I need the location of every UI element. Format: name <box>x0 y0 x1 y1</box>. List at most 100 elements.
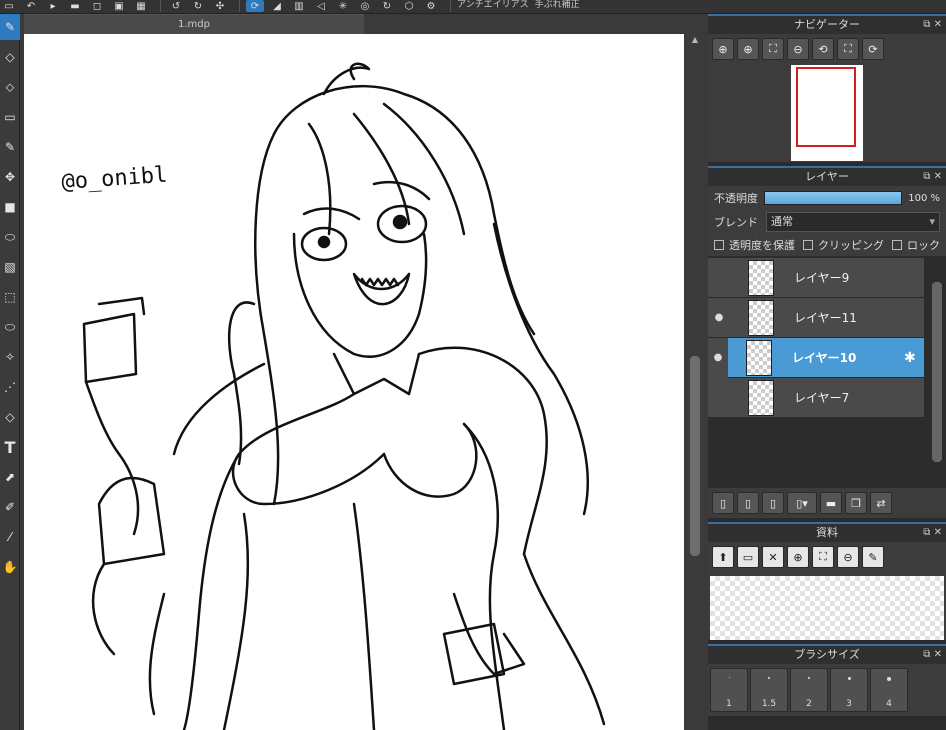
fit-icon[interactable]: ⛶ <box>812 546 834 568</box>
layer-row-selected[interactable]: ● レイヤー10 ✱ <box>708 337 924 378</box>
snap-settings-button[interactable]: ⚙ <box>422 0 440 12</box>
duplicate-layer-icon[interactable]: ❐ <box>845 492 867 514</box>
snap-button[interactable]: ✣ <box>211 0 229 12</box>
drawing-canvas[interactable]: @o_onibl <box>24 34 684 730</box>
gradient-tool-icon[interactable]: ▧ <box>0 254 20 280</box>
select-eraser-tool-icon[interactable]: ◇ <box>0 404 20 430</box>
float-icon[interactable]: ⧉ <box>923 19 930 30</box>
undo-button[interactable]: ↶ <box>22 0 40 12</box>
zoom-in-icon[interactable]: ⊕ <box>712 38 734 60</box>
close-icon[interactable]: ✕ <box>934 19 942 30</box>
layer-row[interactable]: レイヤー9 <box>708 258 924 298</box>
grid-button[interactable]: ▦ <box>132 0 150 12</box>
materials-window-controls[interactable]: ⧉ ✕ <box>923 524 942 541</box>
play-button[interactable]: ▸ <box>44 0 62 12</box>
rotate-right-button[interactable]: ↻ <box>189 0 207 12</box>
layers-window-controls[interactable]: ⧉ ✕ <box>923 168 942 185</box>
brush-size-option[interactable]: 1.5 <box>750 668 788 712</box>
fill-rect-tool-icon[interactable]: ■ <box>0 194 20 220</box>
scrollbar-thumb[interactable] <box>690 356 700 556</box>
square-button[interactable]: ◻ <box>88 0 106 12</box>
open-folder-icon[interactable]: ▭ <box>737 546 759 568</box>
reset-view-icon[interactable]: ⛶ <box>837 38 859 60</box>
text-tool-icon[interactable]: T <box>0 434 20 460</box>
rectangle-select-tool-icon[interactable]: ▭ <box>0 104 20 130</box>
ruler-pen-tool-icon[interactable]: ⁄ <box>0 524 20 550</box>
lock-checkbox[interactable]: ロック <box>892 237 940 253</box>
float-icon[interactable]: ⧉ <box>923 171 930 182</box>
blend-mode-select[interactable]: 通常 <box>766 212 940 232</box>
select-tool-icon[interactable]: ⬚ <box>0 284 20 310</box>
bucket-tool-icon[interactable]: ⬭ <box>0 224 20 250</box>
zoom-icon[interactable]: ⊕ <box>737 38 759 60</box>
snap-circle-button[interactable]: ◎ <box>356 0 374 12</box>
canvas-vertical-scrollbar[interactable]: ▲ <box>686 34 704 730</box>
zoom-out-icon[interactable]: ⊖ <box>837 546 859 568</box>
snap-off-button[interactable]: ⟳ <box>246 0 264 12</box>
close-icon[interactable]: ✕ <box>762 546 784 568</box>
new-1bit-layer-icon[interactable]: ▯ <box>762 492 784 514</box>
brush-size-window-controls[interactable]: ⧉ ✕ <box>923 646 942 663</box>
navigator-window-controls[interactable]: ⧉ ✕ <box>923 16 942 33</box>
checkbox-box[interactable] <box>892 240 902 250</box>
merge-down-icon[interactable]: ⇄ <box>870 492 892 514</box>
close-icon[interactable]: ✕ <box>934 527 942 538</box>
visibility-eye-icon[interactable]: ● <box>708 312 730 323</box>
fit-icon[interactable]: ⛶ <box>762 38 784 60</box>
document-tab[interactable]: 1.mdp <box>24 14 364 34</box>
viewport-frame[interactable] <box>796 67 856 147</box>
protect-alpha-checkbox[interactable]: 透明度を保護 <box>714 237 795 253</box>
brush-size-option[interactable]: 1 <box>710 668 748 712</box>
move-tool-icon[interactable]: ✥ <box>0 164 20 190</box>
new-file-button[interactable]: ▭ <box>0 0 18 12</box>
close-icon[interactable]: ✕ <box>934 649 942 660</box>
layer-row[interactable]: レイヤー7 <box>708 378 924 418</box>
snap-perspective-button[interactable]: ⬡ <box>400 0 418 12</box>
snap-angle-button[interactable]: ◁ <box>312 0 330 12</box>
materials-canvas[interactable] <box>710 576 944 640</box>
rotate-left-icon[interactable]: ⟲ <box>812 38 834 60</box>
blur-eraser-tool-icon[interactable]: ⬦ <box>0 74 20 100</box>
eraser-tool-icon[interactable]: ◇ <box>0 44 20 70</box>
snap-curve-button[interactable]: ↻ <box>378 0 396 12</box>
snap-grid-button[interactable]: ▥ <box>290 0 308 12</box>
snap-parallel-button[interactable]: ◢ <box>268 0 286 12</box>
new-layer-icon[interactable]: ▯ <box>712 492 734 514</box>
eyedropper-tool-icon[interactable]: ✐ <box>0 494 20 520</box>
clipping-checkbox[interactable]: クリッピング <box>803 237 884 253</box>
brush-size-option[interactable]: 2 <box>790 668 828 712</box>
checkbox-box[interactable] <box>714 240 724 250</box>
brush-size-option[interactable]: 4 <box>870 668 908 712</box>
lasso-tool-icon[interactable]: ⬭ <box>0 314 20 340</box>
layer-row[interactable]: ● レイヤー11 <box>708 298 924 338</box>
close-icon[interactable]: ✕ <box>934 171 942 182</box>
brush-tool-icon[interactable]: ✎ <box>0 14 20 40</box>
hand-tool-icon[interactable]: ✋ <box>0 554 20 580</box>
antialias-checkbox[interactable]: アンチエイリアス <box>457 0 529 10</box>
visibility-eye-icon[interactable]: ● <box>708 337 728 378</box>
opacity-slider[interactable] <box>764 191 903 205</box>
float-icon[interactable]: ⧉ <box>923 527 930 538</box>
add-layer-menu-icon[interactable]: ▯▾ <box>787 492 817 514</box>
zoom-out-icon[interactable]: ⊖ <box>787 38 809 60</box>
upload-icon[interactable]: ⬆ <box>712 546 734 568</box>
navigator-preview[interactable] <box>708 64 946 162</box>
checkbox-box[interactable] <box>803 240 813 250</box>
new-8bit-layer-icon[interactable]: ▯ <box>737 492 759 514</box>
brush-size-option[interactable]: 3 <box>830 668 868 712</box>
zoom-in-icon[interactable]: ⊕ <box>787 546 809 568</box>
layer-button[interactable]: ▬ <box>66 0 84 12</box>
snap-radial-button[interactable]: ✳ <box>334 0 352 12</box>
new-folder-icon[interactable]: ▬ <box>820 492 842 514</box>
copy-button[interactable]: ▣ <box>110 0 128 12</box>
magic-wand-tool-icon[interactable]: ✧ <box>0 344 20 370</box>
pen-tool-icon[interactable]: ✎ <box>0 134 20 160</box>
float-icon[interactable]: ⧉ <box>923 649 930 660</box>
layer-list-scrollbar[interactable] <box>932 282 942 462</box>
rotate-right-icon[interactable]: ⟳ <box>862 38 884 60</box>
scroll-up-arrow-icon[interactable]: ▲ <box>686 34 704 46</box>
operation-tool-icon[interactable]: ⬈ <box>0 464 20 490</box>
eyedropper-icon[interactable]: ✎ <box>862 546 884 568</box>
layer-settings-gear-icon[interactable]: ✱ <box>904 350 924 366</box>
rotate-left-button[interactable]: ↺ <box>167 0 185 12</box>
